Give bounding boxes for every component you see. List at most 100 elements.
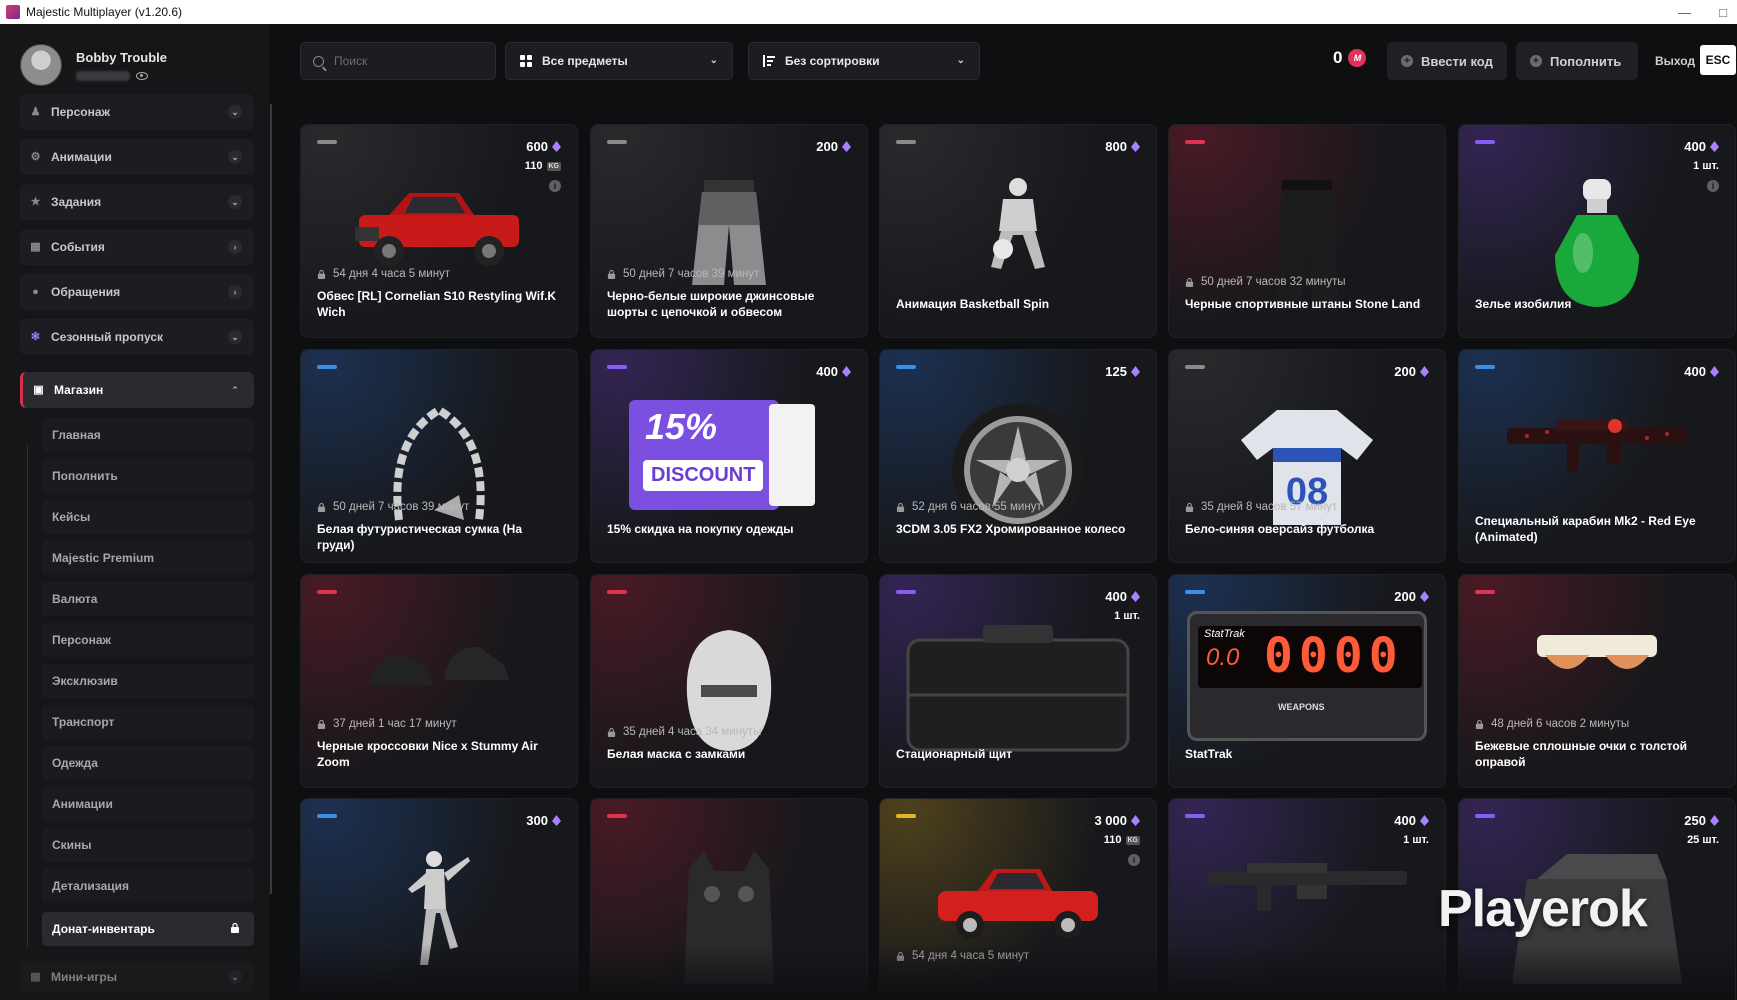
item-card[interactable]: StatTrak 0.0 0000 WEAPONS 200 StatTrak [1168,574,1446,788]
gem-icon [842,366,851,377]
shop-sub-premium[interactable]: Majestic Premium [42,541,254,575]
sidebar-item-events[interactable]: ▦ События › [20,229,254,265]
item-timer: 54 дня 4 часа 5 минут [317,268,450,280]
item-title: StatTrak [1185,747,1233,761]
esc-button[interactable]: ESC [1700,45,1736,75]
rarity-indicator [607,814,627,818]
search-icon [313,55,324,67]
rarity-indicator [1185,140,1205,144]
shop-sub-cases[interactable]: Кейсы [42,500,254,534]
stattrak-label: StatTrak [1204,628,1245,640]
sub-item-label: Валюта [52,592,98,606]
rarity-indicator [317,814,337,818]
rarity-indicator [1185,814,1205,818]
item-card[interactable]: 400 1 шт. [1168,798,1446,1000]
person-icon: ♟ [30,105,41,118]
sidebar: Bobby Trouble ♟ Персонаж ⌄ ⚙ Анимации ⌄ ★ Зад… [0,24,270,1000]
shop-sub-main[interactable]: Главная [42,418,254,452]
info-icon[interactable]: i [1128,854,1140,866]
item-card[interactable]: 48 дней 6 часов 2 минуты Бежевые сплошные… [1458,574,1736,788]
lock-icon [317,719,326,729]
topup-button[interactable]: + Пополнить [1516,42,1638,80]
search-input[interactable]: Поиск [300,42,496,80]
red-truck-2-image [928,849,1108,954]
denim-shorts-image [684,175,774,300]
item-card[interactable]: 800 Анимация Basketball Spin [879,124,1157,338]
lock-icon [317,269,326,279]
sort-value: Без сортировки [785,54,880,68]
item-card[interactable]: 3 000 110 KG i 54 дня 4 часа 5 минут [879,798,1157,1000]
sidebar-item-label: Сезонный пропуск [51,330,164,344]
item-title: Черные спортивные штаны Stone Land [1185,297,1421,311]
item-card[interactable]: 400 Специальный карабин Mk2 - Red Eye (An… [1458,349,1736,563]
item-card[interactable]: 300 [300,798,578,1000]
avatar[interactable] [20,44,62,86]
sidebar-item-tickets[interactable]: ● Обращения › [20,274,254,310]
sidebar-scrollbar[interactable] [270,104,272,894]
item-card[interactable]: 125 52 дня 6 часов 55 минут 3CDM 3.05 FX2 … [879,349,1157,563]
price-value: 800 [1105,139,1127,154]
shop-sub-details[interactable]: Детализация [42,869,254,903]
window-title: Majestic Multiplayer (v1.20.6) [26,5,183,19]
item-card[interactable]: 15% DISCOUNT 400 15% скидка на покупку од… [590,349,868,563]
item-card[interactable]: 37 дней 1 час 17 минут Черные кроссовки N… [300,574,578,788]
sidebar-item-season-pass[interactable]: ✻ Сезонный пропуск ⌄ [20,319,254,355]
red-pickup-truck-image [349,175,529,280]
sidebar-item-minigames[interactable]: ▦ Мини-игры ⌄ [20,962,254,992]
sub-item-label: Кейсы [52,510,91,524]
item-card[interactable]: 08 200 35 дней 8 часов 57 минут Бело-синяя … [1168,349,1446,563]
shop-sub-clothing[interactable]: Одежда [42,746,254,780]
minimize-icon[interactable]: — [1678,5,1691,20]
timer-value: 35 дней 8 часов 57 минут [1201,501,1338,513]
item-card[interactable]: 200 50 дней 7 часов 39 минут Черно-белые ш… [590,124,868,338]
shop-sub-donate-inventory[interactable]: Донат-инвентарь [42,912,254,946]
shop-sub-animations[interactable]: Анимации [42,787,254,821]
maximize-icon[interactable]: □ [1719,5,1727,20]
basketball-figure-image [973,175,1063,280]
price-value: 300 [526,813,548,828]
gem-icon [1710,815,1719,826]
info-icon[interactable]: i [549,180,561,192]
sub-item-label: Majestic Premium [52,551,155,565]
exit-label[interactable]: Выход [1655,54,1695,68]
sidebar-item-shop[interactable]: ▣ Магазин ⌃ [20,372,254,408]
shop-sub-currency[interactable]: Валюта [42,582,254,616]
sidebar-item-character[interactable]: ♟ Персонаж ⌄ [20,94,254,130]
profile[interactable]: Bobby Trouble [20,44,167,86]
filter-dropdown[interactable]: Все предметы ⌄ [505,42,733,80]
price-value: 400 [816,364,838,379]
item-card[interactable]: 600 110 KG i 54 дня 4 часа 5 минут Обвес [RL]… [300,124,578,338]
shop-sub-topup[interactable]: Пополнить [42,459,254,493]
chevron-down-icon: ⌄ [228,195,242,209]
enter-code-button[interactable]: + Ввести код [1387,42,1507,80]
info-icon[interactable]: i [1707,180,1719,192]
shop-sub-skins[interactable]: Скины [42,828,254,862]
item-card[interactable]: 50 дней 7 часов 32 минуты Черные спортивн… [1168,124,1446,338]
sidebar-item-tasks[interactable]: ★ Задания ⌄ [20,184,254,220]
item-card[interactable]: 35 дней 4 часа 34 минуты Белая маска с за… [590,574,868,788]
gem-icon [1420,591,1429,602]
sort-dropdown[interactable]: Без сортировки ⌄ [748,42,980,80]
shield-case-image [903,625,1133,760]
item-timer: 35 дней 4 часа 34 минуты [607,726,761,738]
eye-icon[interactable] [136,71,148,80]
item-card[interactable]: 400 1 шт. i Зелье изобилия [1458,124,1736,338]
item-card[interactable]: 50 дней 7 часов 39 минут Белая футуристич… [300,349,578,563]
rarity-indicator [607,365,627,369]
shop-sub-transport[interactable]: Транспорт [42,705,254,739]
shop-sub-character[interactable]: Персонаж [42,623,254,657]
plus-icon: + [1530,55,1542,67]
sub-item-label: Пополнить [52,469,118,483]
rarity-indicator [1185,590,1205,594]
item-card[interactable] [590,798,868,1000]
rarity-indicator [896,590,916,594]
item-card[interactable]: 400 1 шт. Стационарный щит [879,574,1157,788]
gem-icon [1710,141,1719,152]
shop-sub-exclusive[interactable]: Эксклюзив [42,664,254,698]
quantity-value: 1 шт. [1114,610,1140,622]
price-value: 200 [816,139,838,154]
price-value: 400 [1684,364,1706,379]
gem-icon [1131,366,1140,377]
app-logo-icon [6,5,20,19]
sidebar-item-animations[interactable]: ⚙ Анимации ⌄ [20,139,254,175]
